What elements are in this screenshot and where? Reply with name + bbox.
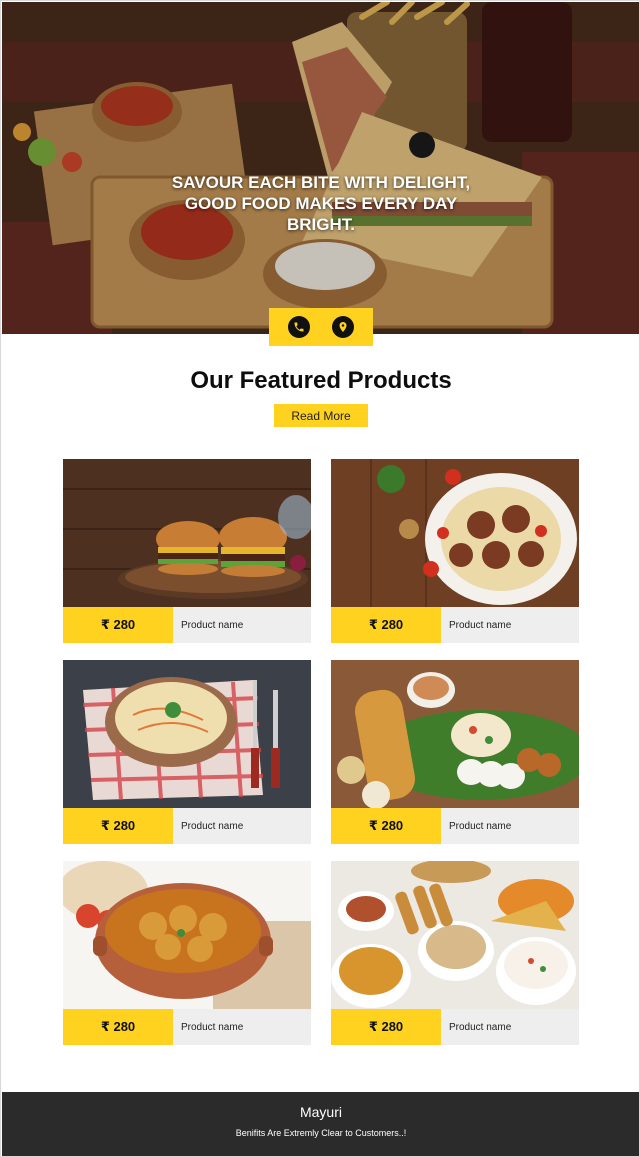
product-price: ₹ 280 bbox=[63, 607, 173, 643]
product-image-snack-platter[interactable] bbox=[331, 861, 579, 1009]
product-card[interactable]: ₹ 280 Product name bbox=[331, 459, 579, 643]
product-name[interactable]: Product name bbox=[441, 1009, 579, 1045]
product-price: ₹ 280 bbox=[331, 607, 441, 643]
product-name[interactable]: Product name bbox=[441, 607, 579, 643]
product-price: ₹ 280 bbox=[63, 1009, 173, 1045]
footer-brand: Mayuri bbox=[299, 1104, 342, 1120]
phone-icon[interactable] bbox=[288, 316, 310, 338]
hero-tagline-line-2: GOOD FOOD MAKES EVERY DAY bbox=[184, 194, 458, 213]
product-card[interactable]: ₹ 280 Product name bbox=[63, 861, 311, 1045]
hero-banner: SAVOUR EACH BITE WITH DELIGHT, GOOD FOOD… bbox=[2, 2, 639, 334]
page-frame: SAVOUR EACH BITE WITH DELIGHT, GOOD FOOD… bbox=[0, 0, 640, 1157]
hero-food-image bbox=[2, 2, 639, 334]
footer: Mayuri Benifits Are Extremly Clear to Cu… bbox=[2, 1092, 639, 1156]
product-name[interactable]: Product name bbox=[173, 808, 311, 844]
product-card[interactable]: ₹ 280 Product name bbox=[63, 660, 311, 844]
hero-tagline: SAVOUR EACH BITE WITH DELIGHT, GOOD FOOD… bbox=[2, 172, 639, 235]
product-card[interactable]: ₹ 280 Product name bbox=[63, 459, 311, 643]
product-image-potato-curry[interactable] bbox=[63, 861, 311, 1009]
featured-products-title: Our Featured Products bbox=[190, 367, 452, 394]
product-name[interactable]: Product name bbox=[173, 1009, 311, 1045]
contact-bar bbox=[269, 308, 373, 346]
location-pin-icon[interactable] bbox=[332, 316, 354, 338]
product-price: ₹ 280 bbox=[331, 808, 441, 844]
product-card[interactable]: ₹ 280 Product name bbox=[331, 660, 579, 844]
footer-tagline: Benifits Are Extremly Clear to Customers… bbox=[235, 1128, 407, 1138]
product-price: ₹ 280 bbox=[331, 1009, 441, 1045]
product-image-burgers[interactable] bbox=[63, 459, 311, 607]
hero-tagline-line-1: SAVOUR EACH BITE WITH DELIGHT, bbox=[171, 173, 471, 192]
hero-tagline-line-3: BRIGHT. bbox=[287, 215, 355, 234]
product-image-noodles[interactable] bbox=[63, 660, 311, 808]
product-price: ₹ 280 bbox=[63, 808, 173, 844]
product-name[interactable]: Product name bbox=[441, 808, 579, 844]
product-card[interactable]: ₹ 280 Product name bbox=[331, 861, 579, 1045]
product-image-pasta[interactable] bbox=[331, 459, 579, 607]
product-name[interactable]: Product name bbox=[173, 607, 311, 643]
product-image-dosa[interactable] bbox=[331, 660, 579, 808]
read-more-button[interactable]: Read More bbox=[274, 404, 368, 427]
